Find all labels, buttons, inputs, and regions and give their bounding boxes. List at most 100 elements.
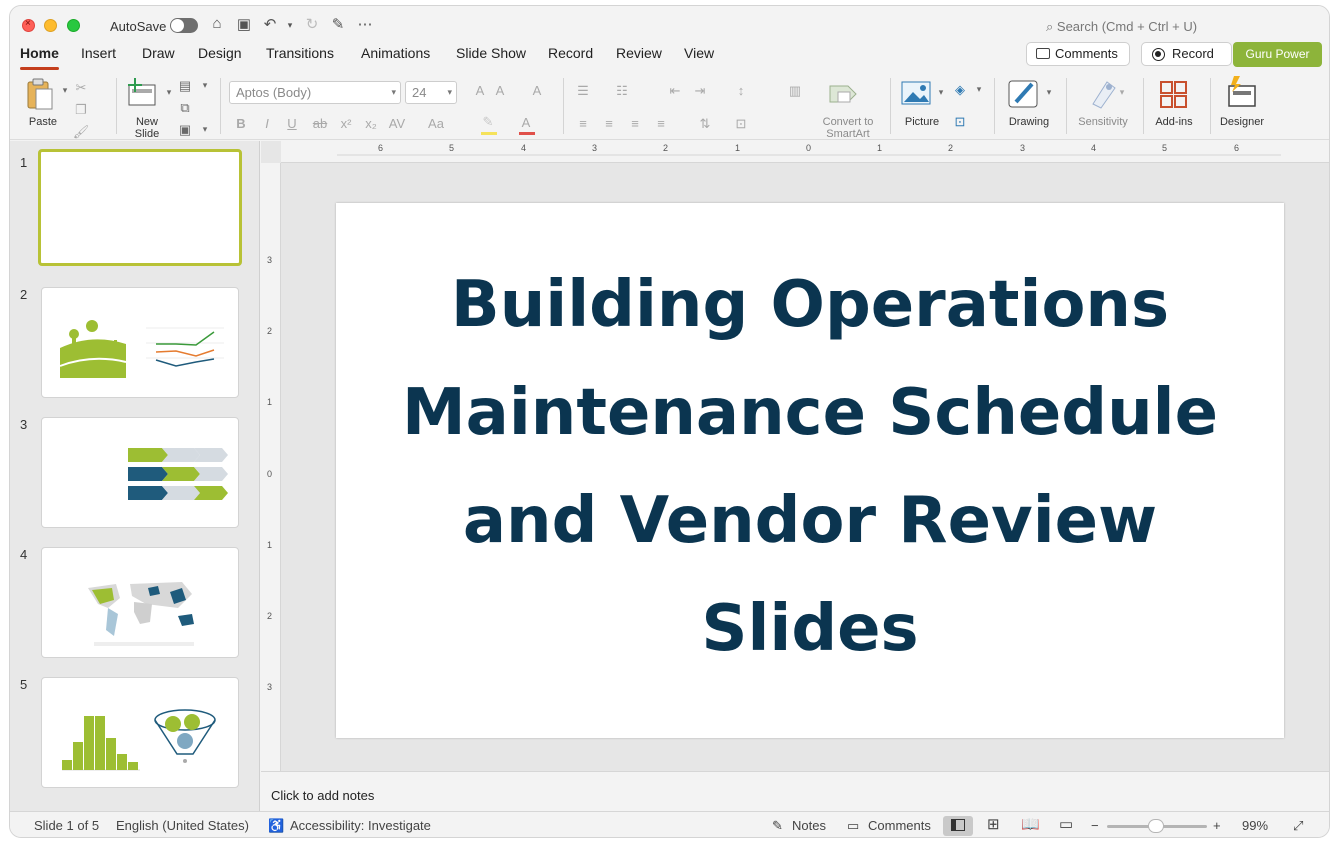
add-ins-icon[interactable]: [1159, 80, 1189, 110]
strikethrough-icon[interactable]: ab: [309, 116, 331, 131]
columns-icon[interactable]: ▥: [786, 83, 804, 99]
slide-thumbnail-4[interactable]: [41, 547, 239, 658]
picture-icon[interactable]: [901, 80, 931, 106]
title-bar: × AutoSave ⌂ ▣ ↶ ▾ ↻ ✎ ⋯ ⌕ Search (Cmd +…: [10, 6, 1329, 44]
notes-pane[interactable]: Click to add notes: [261, 771, 1329, 811]
comments-button[interactable]: Comments: [1026, 42, 1130, 66]
bullets-icon[interactable]: ☰: [574, 83, 592, 99]
underline-icon[interactable]: U: [283, 116, 301, 131]
reset-icon[interactable]: ⧉: [176, 100, 194, 116]
decrease-indent-icon[interactable]: ⇤: [666, 83, 684, 99]
designer-icon[interactable]: [1226, 76, 1258, 108]
highlight-icon[interactable]: ✎: [479, 114, 497, 130]
cut-icon[interactable]: ✂: [72, 80, 90, 96]
smartart-icon[interactable]: [828, 80, 858, 106]
search-box[interactable]: ⌕ Search (Cmd + Ctrl + U): [1046, 19, 1197, 35]
clear-formatting-icon[interactable]: A: [528, 83, 546, 98]
slide-canvas[interactable]: Building Operations Maintenance Schedule…: [336, 203, 1284, 738]
character-spacing-icon[interactable]: AV: [386, 116, 408, 131]
italic-icon[interactable]: I: [258, 116, 276, 131]
section-dropdown-icon[interactable]: ▾: [196, 124, 214, 135]
zoom-in-icon[interactable]: +: [1213, 818, 1221, 833]
increase-font-icon[interactable]: A: [471, 83, 489, 98]
copy-icon[interactable]: ❐: [72, 102, 90, 118]
guru-power-button[interactable]: Guru Power: [1233, 42, 1322, 67]
decrease-font-icon[interactable]: A: [491, 83, 509, 98]
ruler-number: 1: [735, 143, 741, 153]
save-icon[interactable]: ▣: [234, 15, 254, 33]
fit-to-window-icon[interactable]: ⤢: [1293, 818, 1303, 834]
layout-dropdown-icon[interactable]: ▾: [196, 80, 214, 91]
font-size-select[interactable]: 24 ▾: [405, 81, 457, 104]
align-text-icon[interactable]: ⊡: [732, 116, 750, 132]
slide-thumbnail-2[interactable]: [41, 287, 239, 398]
drawing-dropdown-icon[interactable]: ▾: [1040, 87, 1058, 98]
minimize-window-button[interactable]: [44, 19, 57, 32]
customize-icon[interactable]: ✎: [328, 15, 348, 33]
numbering-icon[interactable]: ☷: [613, 83, 631, 99]
ruler-number: 2: [948, 143, 954, 153]
picture-dropdown-icon[interactable]: ▾: [932, 87, 950, 98]
justify-icon[interactable]: ≡: [652, 116, 670, 131]
text-direction-icon[interactable]: ⇅: [696, 116, 714, 132]
redo-icon[interactable]: ↻: [302, 15, 322, 33]
tab-insert[interactable]: Insert: [81, 44, 116, 62]
zoom-window-button[interactable]: [67, 19, 80, 32]
increase-indent-icon[interactable]: ⇥: [691, 83, 709, 99]
align-left-icon[interactable]: ≡: [574, 116, 592, 131]
slideshow-view-icon[interactable]: ▭: [1059, 815, 1073, 833]
notes-button[interactable]: Notes: [792, 818, 826, 833]
subscript-icon[interactable]: x₂: [362, 116, 380, 131]
tab-draw[interactable]: Draw: [142, 44, 175, 62]
zoom-slider-thumb[interactable]: [1148, 819, 1164, 833]
undo-dropdown-icon[interactable]: ▾: [280, 20, 300, 31]
accessibility-status[interactable]: Accessibility: Investigate: [290, 818, 431, 833]
drawing-icon[interactable]: [1008, 78, 1040, 110]
align-right-icon[interactable]: ≡: [626, 116, 644, 131]
normal-view-button[interactable]: [943, 816, 973, 836]
font-color-icon[interactable]: A: [517, 115, 535, 130]
slide-editor[interactable]: 6 5 4 3 2 1 0 1 2 3 4 5 6 3 2 1 0 1 2 3 …: [261, 141, 1329, 771]
new-slide-icon[interactable]: [127, 78, 159, 108]
record-button[interactable]: Record: [1141, 42, 1232, 66]
sensitivity-dropdown-icon[interactable]: ▾: [1113, 87, 1131, 98]
language-indicator[interactable]: English (United States): [116, 818, 249, 833]
shapes-icon[interactable]: ◈: [951, 82, 969, 98]
slide-sorter-icon[interactable]: ⊞: [987, 815, 1000, 833]
thumbnail-5-graphic: [62, 709, 216, 771]
paste-icon[interactable]: [25, 77, 55, 111]
more-options-icon[interactable]: ⋯: [355, 15, 375, 33]
section-icon[interactable]: ▣: [176, 122, 194, 138]
superscript-icon[interactable]: x²: [337, 116, 355, 131]
slide-title[interactable]: Building Operations Maintenance Schedule…: [366, 251, 1254, 683]
tab-transitions[interactable]: Transitions: [266, 44, 334, 62]
zoom-out-icon[interactable]: −: [1091, 818, 1099, 833]
tab-slide-show[interactable]: Slide Show: [456, 44, 526, 62]
bold-icon[interactable]: B: [232, 116, 250, 131]
text-box-icon[interactable]: ⊡: [951, 114, 969, 130]
change-case-icon[interactable]: Aa: [425, 116, 447, 131]
slide-thumbnail-1[interactable]: [38, 149, 242, 266]
slide-thumbnail-3[interactable]: [41, 417, 239, 528]
align-center-icon[interactable]: ≡: [600, 116, 618, 131]
home-icon[interactable]: ⌂: [207, 15, 227, 32]
tab-home[interactable]: Home: [20, 44, 59, 70]
close-window-button[interactable]: ×: [22, 18, 35, 32]
shapes-dropdown-icon[interactable]: ▾: [970, 84, 988, 95]
reading-view-icon[interactable]: 📖: [1021, 815, 1040, 833]
undo-icon[interactable]: ↶: [260, 15, 280, 33]
font-name-select[interactable]: Aptos (Body) ▾: [229, 81, 401, 104]
slide-thumbnails-panel[interactable]: 1 2 3 4 5: [10, 141, 260, 811]
layout-icon[interactable]: ▤: [176, 78, 194, 94]
slide-thumbnail-5[interactable]: [41, 677, 239, 788]
line-spacing-icon[interactable]: ↕: [732, 83, 750, 98]
zoom-level[interactable]: 99%: [1242, 818, 1268, 833]
tab-record[interactable]: Record: [548, 44, 593, 62]
tab-review[interactable]: Review: [616, 44, 662, 62]
comments-status-button[interactable]: Comments: [868, 818, 931, 833]
tab-view[interactable]: View: [684, 44, 714, 62]
tab-animations[interactable]: Animations: [361, 44, 430, 62]
format-painter-icon[interactable]: 🖌: [72, 124, 90, 140]
tab-design[interactable]: Design: [198, 44, 242, 62]
autosave-toggle[interactable]: [170, 18, 198, 33]
